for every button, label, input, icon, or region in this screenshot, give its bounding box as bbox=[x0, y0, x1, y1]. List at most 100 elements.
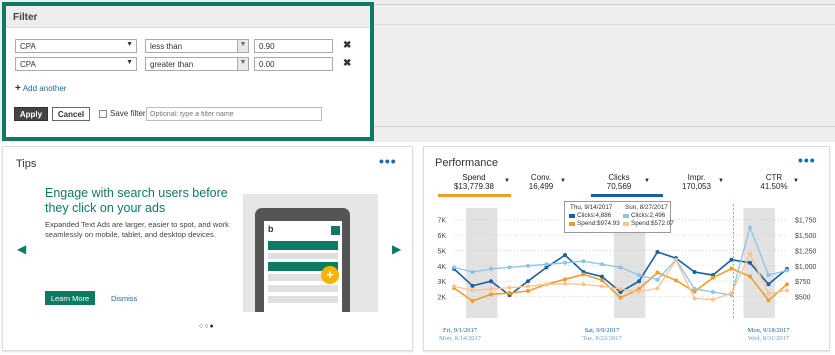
select-value: less than bbox=[150, 42, 183, 51]
tip-headline: Engage with search users before they cli… bbox=[45, 186, 228, 215]
dismiss-link[interactable]: Dismiss bbox=[111, 294, 137, 303]
metric-value: 170,053 bbox=[682, 182, 711, 191]
data-point bbox=[526, 263, 530, 268]
data-point bbox=[692, 286, 697, 291]
search-icon bbox=[331, 226, 340, 235]
data-point bbox=[470, 299, 475, 303]
metric-spend[interactable]: Spend $13,779.38 ▼ bbox=[444, 173, 510, 191]
data-point bbox=[766, 291, 771, 296]
metric-name: Spend bbox=[462, 173, 486, 182]
chevron-down-icon: ▼ bbox=[560, 178, 566, 184]
data-point bbox=[581, 259, 586, 264]
more-options-icon[interactable]: ••• bbox=[798, 153, 816, 167]
data-point bbox=[600, 278, 604, 283]
data-point bbox=[600, 262, 604, 267]
data-point bbox=[692, 270, 697, 274]
data-point bbox=[470, 288, 475, 293]
chevron-down-icon: ▼ bbox=[504, 178, 510, 184]
chevron-down-icon: ▼ bbox=[237, 40, 248, 52]
data-point bbox=[711, 297, 715, 302]
divider bbox=[375, 24, 835, 25]
data-point bbox=[785, 268, 789, 273]
cancel-button[interactable]: Cancel bbox=[52, 107, 90, 121]
metric-name: Conv. bbox=[530, 173, 552, 182]
chevron-down-icon: ▼ bbox=[644, 178, 650, 184]
carousel-next-icon[interactable]: ▶ bbox=[392, 242, 401, 256]
metric-clicks[interactable]: Clicks 70,569 ▼ bbox=[599, 173, 650, 191]
filter-value-input-2[interactable]: 0.00 bbox=[254, 57, 333, 71]
filter-name-input[interactable] bbox=[146, 107, 322, 121]
filter-field-select-1[interactable]: CPA ▼ bbox=[15, 39, 137, 53]
legend-swatch bbox=[623, 214, 629, 218]
data-point bbox=[618, 265, 623, 270]
y-left-tick: 4K bbox=[437, 264, 446, 271]
filter-title: Filter bbox=[6, 6, 370, 28]
chevron-down-icon: ▼ bbox=[793, 178, 799, 184]
y-right-tick: $1,000 bbox=[795, 264, 817, 271]
data-point bbox=[526, 289, 530, 293]
result-bar bbox=[268, 296, 338, 303]
x-tick-label: Mon, 8/14/2017 bbox=[439, 335, 482, 342]
filter-value-input-1[interactable]: 0.90 bbox=[254, 39, 333, 53]
tooltip-date-a: Thu, 9/14/2017 bbox=[570, 204, 613, 211]
data-point bbox=[618, 287, 623, 291]
tips-card: Tips ••• ◀ ▶ Engage with search users be… bbox=[2, 146, 413, 351]
y-left-tick: 5K bbox=[437, 248, 446, 255]
divider bbox=[375, 126, 835, 127]
data-point bbox=[729, 257, 734, 262]
save-filter-checkbox[interactable] bbox=[99, 110, 107, 118]
tooltip-clicks-b: Clicks:2,496 bbox=[631, 212, 666, 219]
add-another-link[interactable]: + Add another bbox=[15, 83, 66, 94]
remove-row-icon[interactable]: ✖ bbox=[343, 58, 351, 69]
filter-operator-select-2[interactable]: greater than ▼ bbox=[145, 57, 249, 71]
data-point bbox=[655, 270, 660, 275]
data-point bbox=[711, 275, 715, 280]
x-tick-label: Sat, 9/9/2017 bbox=[585, 327, 620, 334]
apply-button[interactable]: Apply bbox=[14, 107, 48, 121]
legend-swatch bbox=[569, 222, 575, 226]
plus-icon: + bbox=[15, 83, 21, 94]
select-value: greater than bbox=[150, 60, 194, 69]
plus-circle-icon: + bbox=[321, 266, 339, 284]
performance-title: Performance bbox=[435, 157, 498, 169]
phone-illustration: b + bbox=[243, 194, 378, 312]
result-bar bbox=[268, 253, 338, 259]
data-point bbox=[748, 225, 752, 230]
filter-operator-select-1[interactable]: less than ▼ bbox=[145, 39, 249, 53]
data-point bbox=[785, 288, 789, 293]
data-point bbox=[766, 298, 771, 303]
y-left-tick: 2K bbox=[437, 295, 446, 302]
carousel-prev-icon[interactable]: ◀ bbox=[17, 242, 26, 256]
data-point bbox=[748, 274, 752, 279]
carousel-pager: ○○● bbox=[199, 323, 215, 330]
phone-frame: b + bbox=[255, 208, 350, 312]
filter-field-select-2[interactable]: CPA ▼ bbox=[15, 57, 137, 71]
learn-more-button[interactable]: Learn More bbox=[45, 291, 95, 305]
data-point bbox=[637, 279, 641, 284]
y-right-tick: $1,750 bbox=[795, 218, 817, 225]
tooltip-clicks-a: Clicks:4,886 bbox=[577, 212, 612, 219]
metric-value: 70,569 bbox=[606, 182, 632, 191]
data-point bbox=[526, 284, 530, 289]
data-point bbox=[748, 251, 752, 256]
metric-value: 16,499 bbox=[528, 182, 554, 191]
select-value: CPA bbox=[20, 42, 36, 51]
more-options-icon[interactable]: ••• bbox=[379, 154, 397, 168]
metric-ctr[interactable]: CTR 41.50% ▼ bbox=[758, 173, 799, 191]
data-point bbox=[526, 279, 530, 284]
data-point bbox=[581, 272, 586, 277]
remove-row-icon[interactable]: ✖ bbox=[343, 40, 351, 51]
x-tick-label: Wed, 8/31/2017 bbox=[748, 335, 790, 342]
y-left-tick: 7K bbox=[437, 218, 446, 225]
data-point bbox=[600, 284, 604, 289]
data-point bbox=[544, 262, 549, 267]
data-point bbox=[470, 270, 475, 274]
y-left-tick: 3K bbox=[437, 279, 446, 286]
x-tick-label: Tue, 8/22/2017 bbox=[582, 335, 622, 342]
metric-value: 41.50% bbox=[760, 182, 788, 191]
metric-impressions[interactable]: Impr. 170,053 ▼ bbox=[679, 173, 724, 191]
pager-dot[interactable]: ● bbox=[209, 323, 214, 330]
filter-panel: Filter CPA ▼ less than ▼ 0.90 ✖ CPA ▼ gr… bbox=[2, 2, 374, 141]
metric-conversions[interactable]: Conv. 16,499 ▼ bbox=[525, 173, 566, 191]
data-point bbox=[489, 287, 493, 291]
